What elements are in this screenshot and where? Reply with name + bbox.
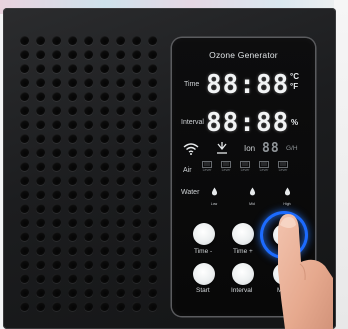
pointing-finger-icon bbox=[278, 214, 333, 329]
